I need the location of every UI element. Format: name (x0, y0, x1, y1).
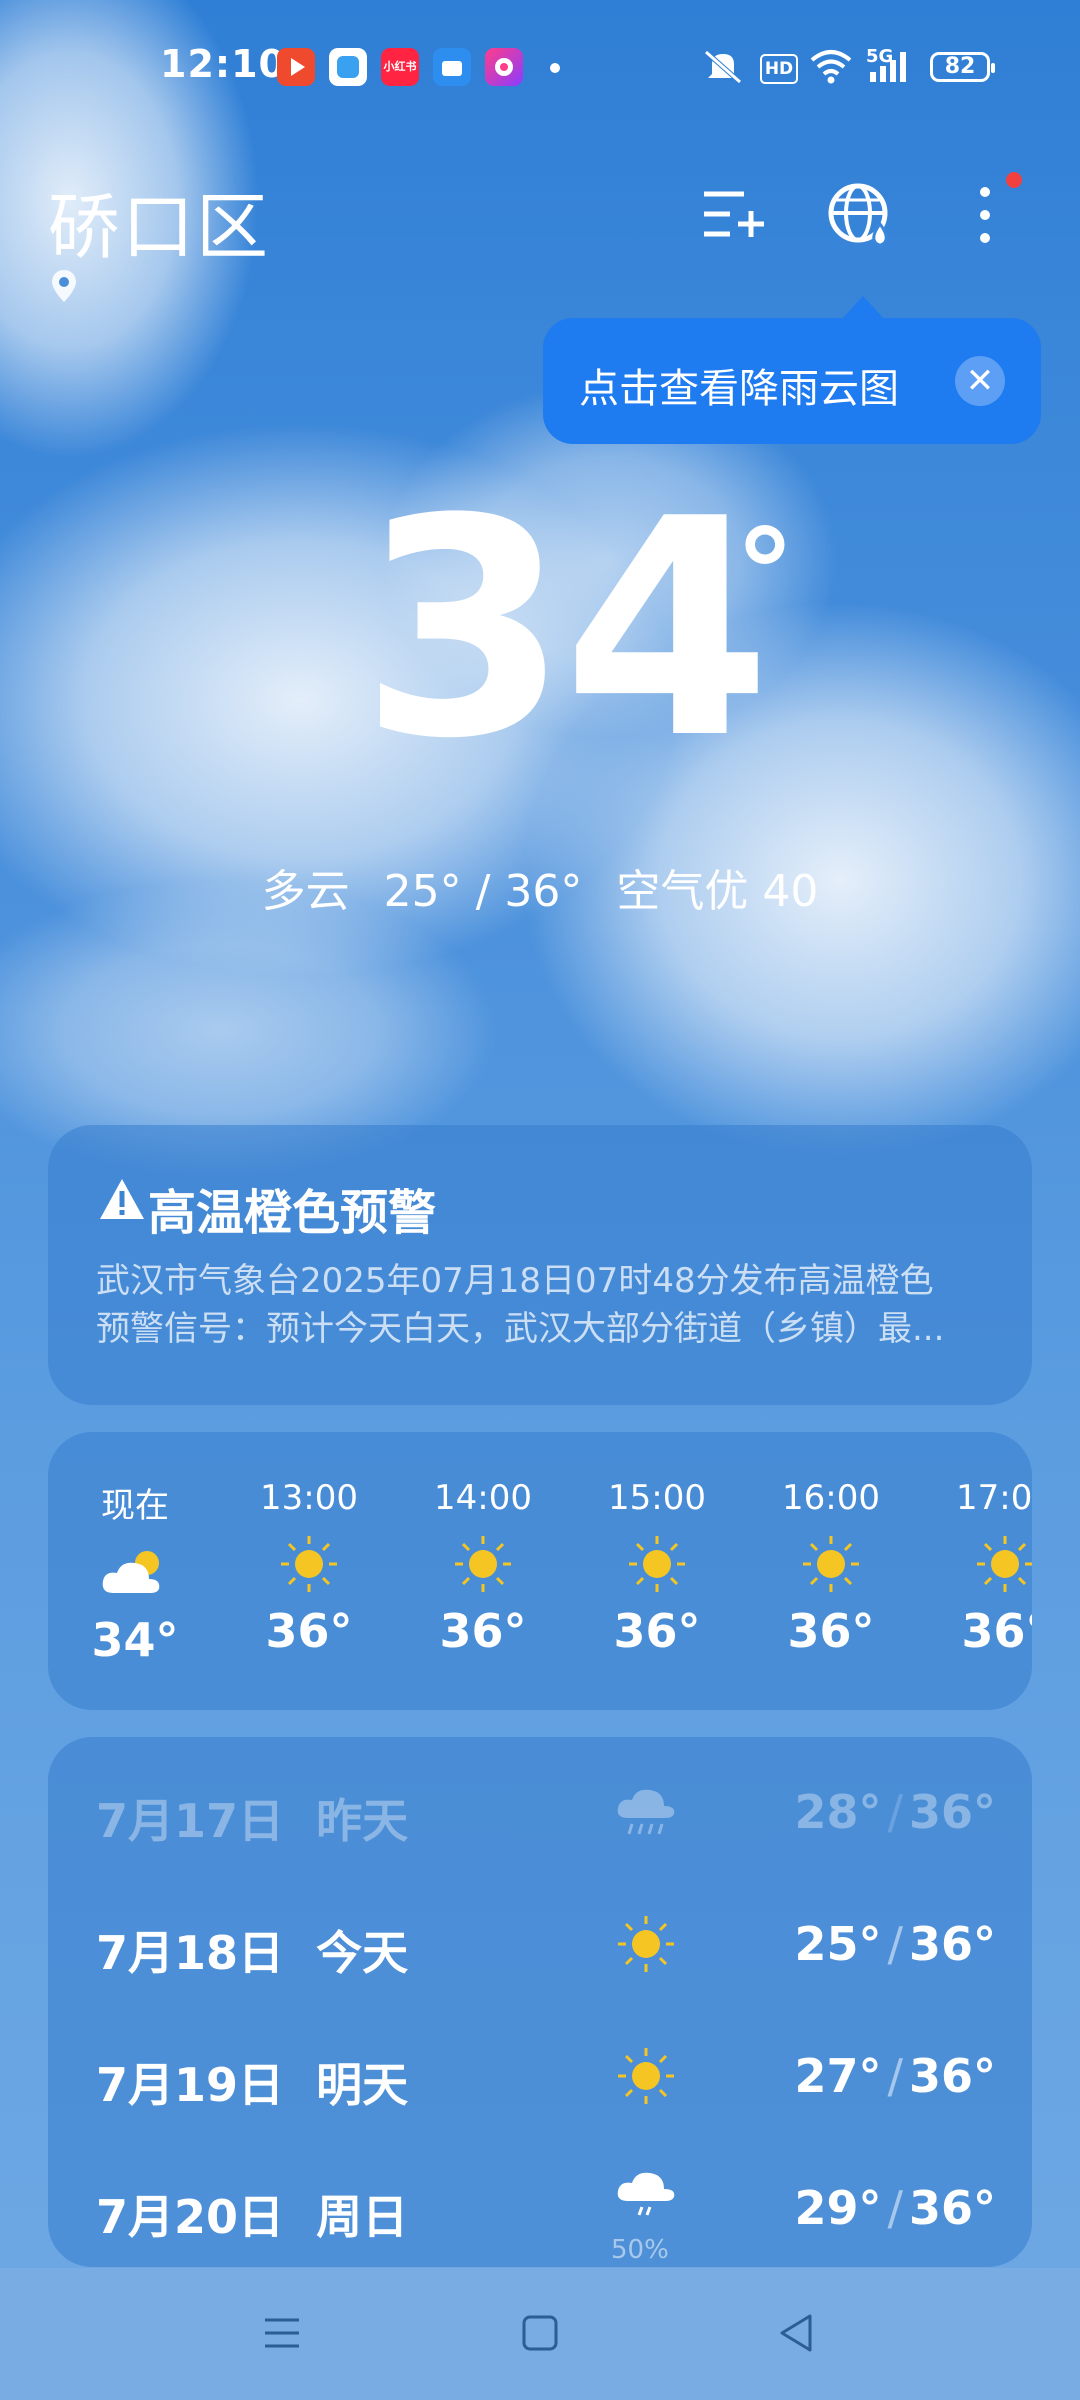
air-quality[interactable]: 空气优 40 (616, 866, 818, 917)
hourly-forecast-card[interactable]: 现在 34° 13:00 36° 14:00 36° 15:00 36° 16:… (48, 1432, 1032, 1710)
hourly-temp: 36° (265, 1604, 353, 1658)
hourly-item[interactable]: 17:00 36° (940, 1478, 1032, 1658)
hourly-item[interactable]: 13:00 36° (244, 1478, 374, 1658)
music-app-icon (485, 48, 523, 86)
hourly-time: 13:00 (260, 1478, 358, 1518)
daily-date: 7月19日 明天 (96, 2058, 409, 2112)
sunny-icon (629, 1536, 685, 1592)
warning-line-1: 武汉市气象台2025年07月18日07时48分发布高温橙色 (96, 1261, 934, 1301)
battery-indicator: 82 (930, 52, 995, 82)
hourly-temp: 36° (613, 1604, 701, 1658)
current-temperature: 34 (360, 455, 771, 804)
add-city-icon[interactable] (700, 180, 770, 250)
video-app-icon (277, 48, 315, 86)
hd-icon: HD (760, 54, 798, 84)
degree-symbol: ° (735, 505, 795, 644)
partly-cloudy-icon (102, 1551, 160, 1593)
weather-summary: 多云 25° / 36° 空气优 40 (0, 855, 1080, 919)
sunny-icon (281, 1536, 337, 1592)
city-name[interactable]: 硚口区 (48, 168, 270, 273)
hourly-time: 16:00 (782, 1478, 880, 1518)
hourly-temp: 36° (787, 1604, 875, 1658)
back-icon[interactable] (772, 2308, 822, 2358)
daily-forecast-card[interactable]: 7月17日 昨天 28°/36° 7月18日 今天 25°/36° 7月19日 … (48, 1737, 1032, 2267)
hourly-item[interactable]: 15:00 36° (592, 1478, 722, 1658)
daily-range: 25°/36° (794, 1917, 996, 1971)
browser-app-icon (329, 48, 367, 86)
signal-icon (870, 52, 906, 82)
daily-date: 7月17日 昨天 (96, 1794, 409, 1848)
rain-icon (617, 1789, 675, 1835)
hourly-temp: 36° (439, 1604, 527, 1658)
warning-title: 高温橙色预警 (148, 1185, 437, 1241)
files-app-icon (433, 48, 471, 86)
hourly-item[interactable]: 16:00 36° (766, 1478, 896, 1658)
location-pin-icon (52, 270, 76, 302)
hourly-time: 14:00 (434, 1478, 532, 1518)
menu-icon[interactable] (257, 2308, 307, 2358)
daily-row-tomorrow[interactable]: 7月19日 明天 27°/36° (96, 2031, 996, 2121)
hourly-temp: 36° (961, 1604, 1032, 1658)
daily-row-today[interactable]: 7月18日 今天 25°/36° (96, 1899, 996, 1989)
more-options-icon[interactable] (950, 180, 1020, 250)
warning-icon (100, 1179, 144, 1219)
daily-range: 27°/36° (794, 2049, 996, 2103)
rain-map-globe-icon[interactable] (825, 180, 895, 250)
precipitation-chance: 50% (611, 2235, 669, 2265)
warning-description: 武汉市气象台2025年07月18日07时48分发布高温橙色 预警信号：预计今天白… (96, 1257, 996, 1353)
hourly-item[interactable]: 14:00 36° (418, 1478, 548, 1658)
daily-row-yesterday[interactable]: 7月17日 昨天 28°/36° (96, 1767, 996, 1857)
hourly-item[interactable]: 现在 34° (70, 1478, 200, 1667)
daily-range: 29°/36° (794, 2181, 996, 2235)
rain-cloud-icon (617, 2172, 675, 2216)
daily-row-sunday[interactable]: 7月20日 周日 50% 29°/36° (96, 2163, 996, 2265)
sunny-icon (977, 1536, 1032, 1592)
sunny-icon (803, 1536, 859, 1592)
hourly-time: 15:00 (608, 1478, 706, 1518)
daily-range: 28°/36° (794, 1785, 996, 1839)
weather-condition: 多云 (261, 866, 350, 917)
tooltip-text[interactable]: 点击查看降雨云图 (579, 356, 899, 414)
hourly-time: 17:00 (956, 1478, 1032, 1518)
tooltip-close-button[interactable]: ✕ (955, 356, 1005, 406)
home-icon[interactable] (515, 2308, 565, 2358)
sunny-icon (455, 1536, 511, 1592)
xiaohongshu-app-icon: 小红书 (381, 48, 419, 86)
navigation-bar (0, 2268, 1080, 2400)
status-time: 12:10 (160, 42, 286, 86)
temperature-range: 25° / 36° (383, 866, 583, 917)
daily-date: 7月18日 今天 (96, 1926, 409, 1980)
more-notifications-icon (550, 63, 560, 73)
sunny-icon (618, 2048, 674, 2104)
status-bar: 12:10 小红书 HD 5G 82 (0, 0, 1080, 140)
wifi-icon (810, 50, 852, 84)
sunny-icon (618, 1916, 674, 1972)
rain-map-tooltip[interactable]: 点击查看降雨云图 ✕ (543, 296, 1041, 444)
mute-icon (704, 50, 742, 84)
notification-badge (1006, 172, 1022, 188)
daily-date: 7月20日 周日 (96, 2190, 409, 2244)
warning-line-2: 预警信号：预计今天白天，武汉大部分街道（乡镇）最... (96, 1309, 945, 1349)
weather-warning-card[interactable]: 高温橙色预警 武汉市气象台2025年07月18日07时48分发布高温橙色 预警信… (48, 1125, 1032, 1405)
hourly-temp: 34° (91, 1613, 179, 1667)
hourly-time: 现在 (101, 1486, 169, 1526)
